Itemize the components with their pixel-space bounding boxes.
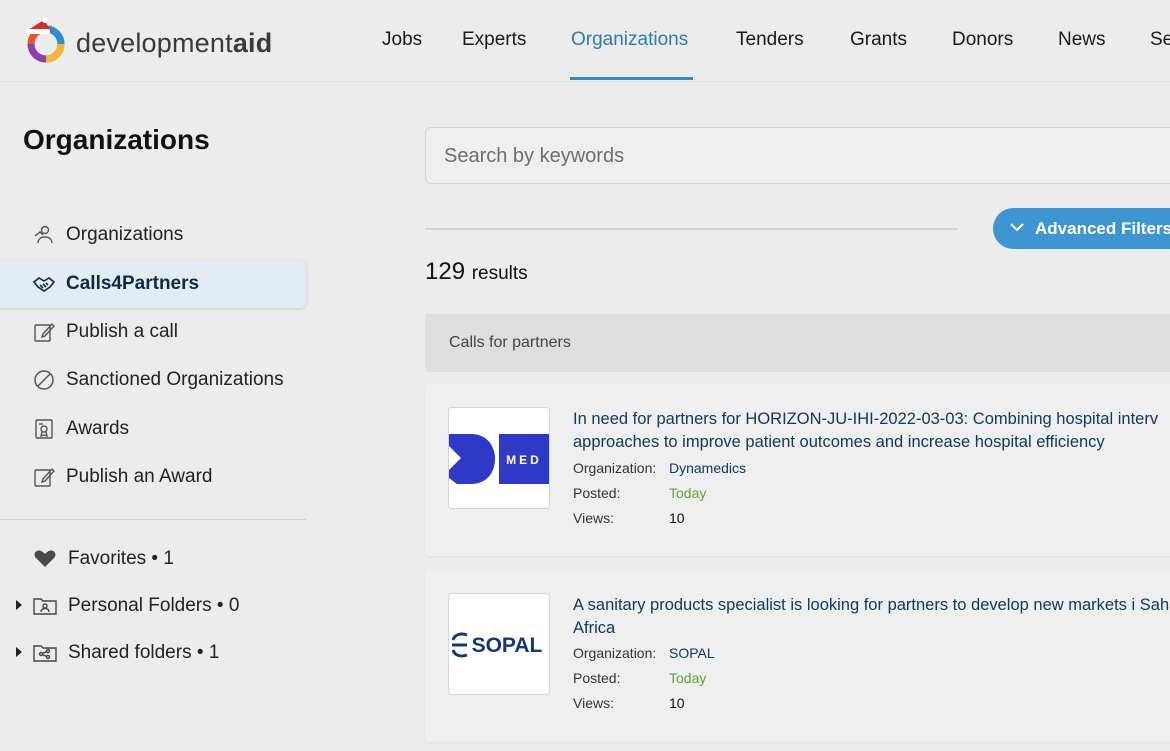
folder-favorites[interactable]: Favorites • 1 <box>0 542 306 578</box>
ban-icon <box>34 370 54 390</box>
dynamedics-logo-image: MED <box>449 434 549 484</box>
results-word: results <box>471 263 528 284</box>
results-number: 129 <box>425 258 466 285</box>
folder-label: Personal Folders • 0 <box>68 595 240 616</box>
posted-value: Today <box>669 485 707 501</box>
posted-label: Posted: <box>573 670 621 686</box>
folder-shared[interactable]: Shared folders • 1 <box>0 636 306 672</box>
sidebar-item-label: Publish a call <box>66 321 178 342</box>
sidebar-item-publish-award[interactable]: Publish an Award <box>0 453 306 501</box>
developmentaid-logo[interactable]: developmentaid <box>22 16 282 66</box>
views-label: Views: <box>573 695 614 711</box>
posted-label: Posted: <box>573 485 621 501</box>
folder-label: Favorites • 1 <box>68 548 174 569</box>
logo-mark-icon <box>26 17 65 63</box>
organization-label: Organization: <box>573 460 657 476</box>
filter-divider <box>425 228 958 230</box>
logo-text: MED <box>506 453 542 467</box>
logo-wordmark: developmentaid <box>76 28 273 58</box>
heart-icon <box>34 550 56 567</box>
handshake-icon <box>33 277 55 292</box>
section-title: Calls for partners <box>449 334 571 351</box>
sidebar-item-publish-call[interactable]: Publish a call <box>0 308 306 356</box>
personal-folder-icon <box>33 598 57 615</box>
search-input[interactable] <box>442 142 1146 170</box>
sopal-logo[interactable]: SOPAL <box>448 593 550 695</box>
award-document-icon <box>35 419 53 439</box>
nav-se-truncated[interactable]: Se <box>1150 29 1170 51</box>
organizations-icon <box>34 225 53 244</box>
sidebar-item-label: Publish an Award <box>66 466 213 487</box>
dynamedics-logo[interactable]: MED <box>448 407 550 509</box>
chevron-down-icon <box>1010 223 1024 232</box>
nav-experts[interactable]: Experts <box>462 29 526 51</box>
organization-label: Organization: <box>573 645 657 661</box>
top-navigation-bar: developmentaid Jobs Experts Organization… <box>0 0 1170 82</box>
sidebar-item-awards[interactable]: Awards <box>0 405 306 453</box>
sidebar-item-label: Calls4Partners <box>66 273 200 294</box>
sidebar-item-calls4partners[interactable]: Calls4Partners <box>0 260 306 308</box>
nav-active-indicator <box>570 77 693 80</box>
nav-news[interactable]: News <box>1058 29 1106 51</box>
organization-link[interactable]: Dynamedics <box>669 460 746 476</box>
call-card: SOPAL A sanitary products specialist is … <box>425 570 1170 742</box>
views-value: 10 <box>669 695 685 711</box>
sidebar-item-label: Sanctioned Organizations <box>66 369 284 390</box>
shared-folder-icon <box>33 645 57 662</box>
sidebar-item-organizations[interactable]: Organizations <box>0 211 306 259</box>
folder-personal[interactable]: Personal Folders • 0 <box>0 589 306 625</box>
edit-icon <box>34 322 55 342</box>
posted-value: Today <box>669 670 707 686</box>
nav-donors[interactable]: Donors <box>952 29 1013 51</box>
logo-text: SOPAL <box>472 634 543 657</box>
nav-jobs[interactable]: Jobs <box>382 29 422 51</box>
section-header: Calls for partners <box>425 314 1170 372</box>
sidebar-item-label: Awards <box>66 418 130 439</box>
views-label: Views: <box>573 510 614 526</box>
nav-grants[interactable]: Grants <box>850 29 907 51</box>
advanced-filters-button[interactable]: Advanced Filters <box>993 208 1170 249</box>
advanced-filters-label: Advanced Filters <box>1035 219 1170 238</box>
call-card: MED In need for partners for HORIZON-JU-… <box>425 384 1170 556</box>
expand-caret-icon[interactable] <box>16 647 22 657</box>
sopal-logo-image: SOPAL <box>451 632 543 658</box>
expand-caret-icon[interactable] <box>16 600 22 610</box>
edit-icon <box>34 467 55 487</box>
sidebar-item-sanctioned-organizations[interactable]: Sanctioned Organizations <box>0 356 306 404</box>
organization-link[interactable]: SOPAL <box>669 645 715 661</box>
results-count: 129 results <box>425 258 528 286</box>
search-box <box>425 127 1170 184</box>
sidebar-divider <box>0 519 306 520</box>
nav-tenders[interactable]: Tenders <box>736 29 804 51</box>
sidebar-item-label: Organizations <box>66 224 184 245</box>
call-title-link[interactable]: A sanitary products specialist is lookin… <box>573 594 1170 640</box>
call-title-link[interactable]: In need for partners for HORIZON-JU-IHI-… <box>573 408 1170 454</box>
views-value: 10 <box>669 510 685 526</box>
nav-organizations[interactable]: Organizations <box>571 29 688 51</box>
folder-label: Shared folders • 1 <box>68 642 220 663</box>
sidebar-title: Organizations <box>23 124 210 155</box>
